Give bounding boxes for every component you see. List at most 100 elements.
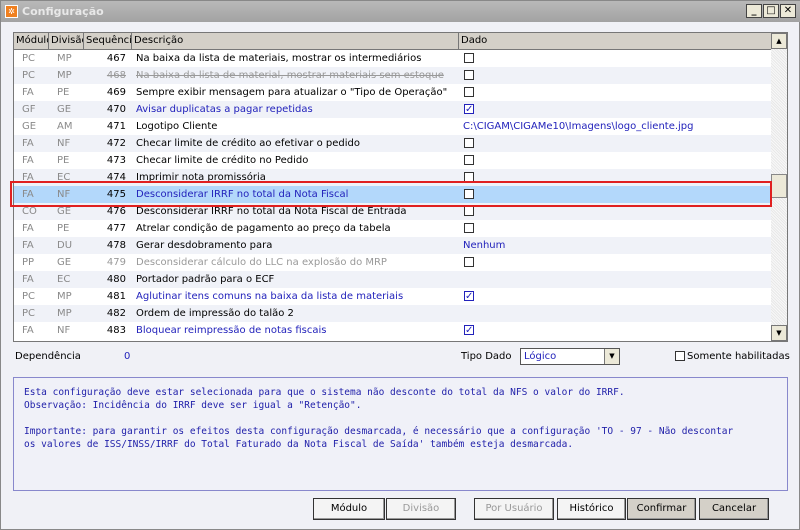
cell-divisao: GE: [57, 257, 72, 268]
modulo-button[interactable]: Módulo: [313, 498, 385, 520]
cell-desc: Sempre exibir mensagem para atualizar o …: [136, 87, 448, 98]
table-row[interactable]: GF GE 470 Avisar duplicatas a pagar repetid…: [14, 101, 772, 118]
cell-dado[interactable]: Nenhum: [459, 237, 772, 254]
cell-modulo: GF: [22, 104, 36, 115]
por-usuario-button[interactable]: Por Usuário: [474, 498, 554, 520]
table-row[interactable]: CO GE 476 Desconsiderar IRRF no total da No…: [14, 203, 772, 220]
table-row[interactable]: FA PE 477 Atrelar condição de pagamento ao …: [14, 220, 772, 237]
cell-dado[interactable]: [459, 220, 772, 237]
divisao-button[interactable]: Divisão: [386, 498, 456, 520]
table-row[interactable]: PC MP 468 Na baixa da lista de material, mo…: [14, 67, 772, 84]
cell-modulo: PC: [22, 70, 36, 81]
cell-modulo: CO: [22, 206, 37, 217]
table-row[interactable]: FA EC 480 Portador padrão para o ECF: [14, 271, 772, 288]
somente-habilitadas-checkbox[interactable]: [675, 351, 685, 361]
cell-seq: 469: [106, 87, 126, 98]
table-row[interactable]: PC MP 481 Aglutinar itens comuns na baixa d…: [14, 288, 772, 305]
scroll-down-icon[interactable]: ▼: [771, 325, 787, 341]
table-row[interactable]: PC MP 467 Na baixa da lista de materiais, m…: [14, 50, 772, 67]
dado-checkbox[interactable]: [464, 288, 474, 305]
vertical-scrollbar[interactable]: ▲ ▼: [771, 33, 787, 341]
maximize-button[interactable]: □: [763, 4, 779, 18]
cell-dado[interactable]: [459, 50, 772, 67]
cell-desc: Atrelar condição de pagamento ao preço d…: [136, 223, 391, 234]
cell-desc: Imprimir nota promissória: [136, 172, 266, 183]
dado-checkbox[interactable]: [464, 322, 474, 339]
dependencia-value: 0: [124, 351, 131, 362]
window-title: Configuração: [22, 5, 104, 18]
chevron-down-icon[interactable]: ▼: [604, 349, 619, 364]
col-dado[interactable]: Dado: [459, 33, 772, 50]
dado-checkbox[interactable]: [464, 206, 474, 216]
table-row[interactable]: FA EC 474 Imprimir nota promissória: [14, 169, 772, 186]
col-descricao[interactable]: Descrição: [132, 33, 459, 50]
dado-checkbox[interactable]: [464, 87, 474, 97]
cell-divisao: GE: [57, 206, 72, 217]
cell-dado[interactable]: [459, 288, 772, 305]
cell-dado[interactable]: [459, 169, 772, 186]
table-row[interactable]: FA NF 475 Desconsiderar IRRF no total da No…: [14, 186, 772, 203]
cell-dado[interactable]: [459, 322, 772, 339]
cell-dado[interactable]: [459, 254, 772, 271]
dado-checkbox[interactable]: [464, 257, 474, 267]
table-row[interactable]: FA DU 478 Gerar desdobramento para Nenhum: [14, 237, 772, 254]
col-modulo[interactable]: Módulo: [14, 33, 49, 50]
cell-modulo: PC: [22, 308, 36, 319]
table-row[interactable]: GE AM 471 Logotipo Cliente C:\CIGAM\CIGAMe10…: [14, 118, 772, 135]
dado-checkbox[interactable]: [464, 70, 474, 80]
cell-modulo: PP: [22, 257, 35, 268]
cell-modulo: FA: [22, 138, 34, 149]
table-row[interactable]: FA PE 469 Sempre exibir mensagem para atual…: [14, 84, 772, 101]
cell-modulo: FA: [22, 155, 34, 166]
cell-desc: Logotipo Cliente: [136, 121, 218, 132]
cell-desc: Portador padrão para o ECF: [136, 274, 275, 285]
table-row[interactable]: FA NF 483 Bloquear reimpressão de notas fis…: [14, 322, 772, 339]
cell-divisao: NF: [57, 189, 71, 200]
cell-divisao: GE: [57, 104, 72, 115]
table-row[interactable]: FA PE 473 Checar limite de crédito no Pedid…: [14, 152, 772, 169]
cell-modulo: FA: [22, 87, 34, 98]
dado-checkbox[interactable]: [464, 53, 474, 63]
cell-dado[interactable]: [459, 84, 772, 101]
cell-dado[interactable]: [459, 152, 772, 169]
table-row[interactable]: PC MP 482 Ordem de impressão do talão 2: [14, 305, 772, 322]
minimize-button[interactable]: _: [746, 4, 762, 18]
col-divisao[interactable]: Divisão: [49, 33, 84, 50]
dado-checkbox[interactable]: [464, 101, 474, 118]
scroll-up-icon[interactable]: ▲: [771, 33, 787, 49]
dado-checkbox[interactable]: [464, 172, 474, 182]
cell-seq: 483: [106, 325, 126, 336]
dependencia-label: Dependência: [15, 351, 81, 362]
cell-dado[interactable]: [459, 186, 772, 203]
cell-dado[interactable]: [459, 271, 772, 288]
confirmar-button[interactable]: Confirmar: [627, 498, 696, 520]
cell-divisao: MP: [57, 308, 72, 319]
cancelar-button[interactable]: Cancelar: [699, 498, 769, 520]
cell-dado[interactable]: [459, 67, 772, 84]
dado-checkbox[interactable]: [464, 223, 474, 233]
dado-checkbox[interactable]: [464, 138, 474, 148]
cell-modulo: FA: [22, 189, 34, 200]
tipo-dado-select[interactable]: Lógico ▼: [520, 348, 620, 365]
cell-seq: 467: [106, 53, 126, 64]
dado-checkbox[interactable]: [464, 189, 474, 199]
cell-seq: 478: [106, 240, 126, 251]
cell-desc: Gerar desdobramento para: [136, 240, 273, 251]
cell-dado[interactable]: [459, 305, 772, 322]
cell-dado[interactable]: [459, 101, 772, 118]
config-grid: Módulo Divisão Sequência Descrição Dado …: [13, 32, 788, 342]
cell-desc: Ordem de impressão do talão 2: [136, 308, 294, 319]
dado-checkbox[interactable]: [464, 155, 474, 165]
close-button[interactable]: ✕: [780, 4, 796, 18]
historico-button[interactable]: Histórico: [557, 498, 626, 520]
table-row[interactable]: PP GE 479 Desconsiderar cálculo do LLC na e…: [14, 254, 772, 271]
cell-dado[interactable]: [459, 135, 772, 152]
cell-desc: Desconsiderar IRRF no total da Nota Fisc…: [136, 206, 407, 217]
cell-desc: Checar limite de crédito ao efetivar o p…: [136, 138, 360, 149]
cell-desc: Avisar duplicatas a pagar repetidas: [136, 104, 313, 115]
cell-dado[interactable]: C:\CIGAM\CIGAMe10\Imagens\logo_cliente.j…: [459, 118, 772, 135]
cell-dado[interactable]: [459, 203, 772, 220]
col-sequencia[interactable]: Sequência: [84, 33, 132, 50]
table-row[interactable]: FA NF 472 Checar limite de crédito ao efeti…: [14, 135, 772, 152]
scroll-thumb[interactable]: [771, 174, 787, 198]
